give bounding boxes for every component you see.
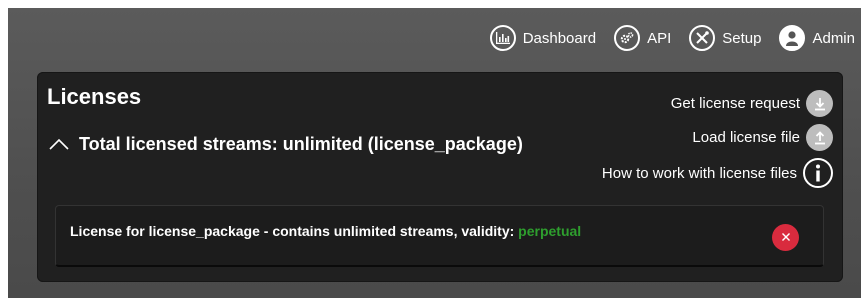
license-description-text: License for license_package - contains u… <box>70 223 519 239</box>
nav-dashboard-label: Dashboard <box>522 29 597 47</box>
license-actions: Get license request Load license file Ho… <box>602 90 833 188</box>
tools-icon <box>689 25 716 51</box>
upload-icon <box>806 124 833 151</box>
top-navigation: Dashboard API Setup Admin <box>489 16 861 60</box>
dashboard-chart-icon <box>489 25 516 51</box>
licenses-panel: Licenses Total licensed streams: unlimit… <box>37 72 843 282</box>
nav-setup[interactable]: Setup <box>689 25 761 51</box>
close-icon <box>781 229 791 247</box>
license-entry: License for license_package - contains u… <box>55 205 824 267</box>
get-license-request-label: Get license request <box>670 95 800 112</box>
load-license-file-button[interactable]: Load license file <box>692 124 833 151</box>
app-frame: Dashboard API Setup Admin Licenses Total… <box>8 8 861 298</box>
remove-license-button[interactable] <box>772 224 799 251</box>
license-help-link[interactable]: How to work with license files <box>602 158 833 188</box>
nav-setup-label: Setup <box>722 29 762 47</box>
get-license-request-button[interactable]: Get license request <box>671 90 833 117</box>
user-icon <box>779 25 806 51</box>
chevron-up-icon <box>49 134 69 155</box>
licensed-streams-summary: Total licensed streams: unlimited (licen… <box>79 134 523 154</box>
licensed-streams-toggle[interactable]: Total licensed streams: unlimited (licen… <box>49 134 523 155</box>
license-help-label: How to work with license files <box>601 164 797 182</box>
download-icon <box>806 90 833 117</box>
info-icon <box>803 158 833 188</box>
license-validity: perpetual <box>518 223 582 239</box>
page-title: Licenses <box>47 84 142 109</box>
license-description: License for license_package - contains u… <box>70 223 581 239</box>
gears-icon <box>614 25 641 51</box>
nav-dashboard[interactable]: Dashboard <box>489 25 597 51</box>
nav-api[interactable]: API <box>614 25 671 51</box>
nav-admin[interactable]: Admin <box>779 25 855 51</box>
nav-admin-label: Admin <box>812 29 855 47</box>
nav-api-label: API <box>647 29 672 47</box>
load-license-file-label: Load license file <box>692 129 800 146</box>
